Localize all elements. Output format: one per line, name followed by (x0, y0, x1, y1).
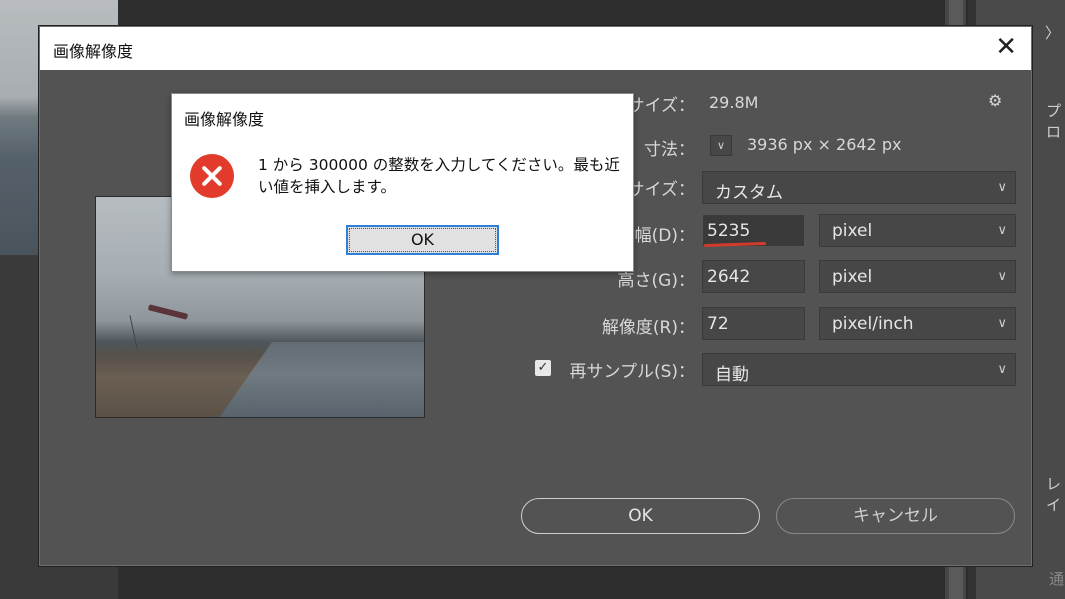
resample-select[interactable]: 自動 ∨ (702, 353, 1016, 386)
gear-icon[interactable]: ⚙ (988, 91, 1002, 110)
alert-ok-button[interactable]: OK (346, 225, 499, 255)
resolution-unit-value: pixel/inch (832, 314, 914, 334)
chevron-down-icon: ∨ (997, 316, 1007, 331)
chevron-down-icon: ∨ (997, 223, 1007, 238)
height-unit-value: pixel (832, 267, 873, 287)
dimensions-value: 3936 px × 2642 px (747, 135, 902, 154)
alert-message: 1 から 300000 の整数を入力してください。最も近い値を挿入します。 (258, 156, 620, 196)
cancel-button[interactable]: キャンセル (776, 498, 1015, 534)
image-size-value: 29.8M (709, 93, 759, 112)
alert-title: 画像解像度 (184, 110, 265, 129)
layers-panel-tab[interactable]: レイ (1046, 473, 1065, 515)
resample-value: 自動 (715, 365, 749, 385)
resample-label: 再サンプル(S)： (569, 362, 695, 382)
preview-sea (216, 342, 424, 417)
chevron-down-icon: ∨ (997, 269, 1007, 284)
dialog-title: 画像解像度 (53, 42, 134, 61)
preview-windsock (147, 304, 189, 320)
panel-expand-icon[interactable]: 〉 (1045, 22, 1060, 43)
resolution-label: 解像度(R)： (601, 318, 695, 338)
width-unit-select[interactable]: pixel ∨ (819, 214, 1016, 247)
resolution-unit-select[interactable]: pixel/inch ∨ (819, 307, 1016, 340)
layer-blend-mode[interactable]: 通 (1049, 568, 1064, 589)
height-unit-select[interactable]: pixel ∨ (819, 260, 1016, 293)
resample-checkbox[interactable]: ✓ (535, 360, 551, 376)
chevron-down-icon: ∨ (997, 180, 1007, 195)
ok-button[interactable]: OK (521, 498, 760, 534)
error-alert-dialog: 画像解像度 1 から 300000 の整数を入力してください。最も近い値を挿入し… (171, 93, 634, 272)
close-icon[interactable]: ✕ (995, 33, 1017, 61)
chevron-down-icon[interactable]: ∨ (710, 135, 732, 156)
width-unit-value: pixel (832, 221, 873, 241)
chevron-down-icon: ∨ (997, 362, 1007, 377)
height-input[interactable]: 2642 (702, 260, 805, 293)
error-icon (190, 154, 234, 198)
properties-panel-tab[interactable]: プロ (1046, 100, 1065, 142)
resolution-input[interactable]: 72 (702, 307, 805, 340)
dialog-title-bar: 画像解像度 ✕ (40, 27, 1031, 70)
fit-to-select[interactable]: カスタム ∨ (702, 171, 1016, 204)
preview-pole (129, 315, 138, 349)
fit-to-value: カスタム (715, 183, 783, 203)
